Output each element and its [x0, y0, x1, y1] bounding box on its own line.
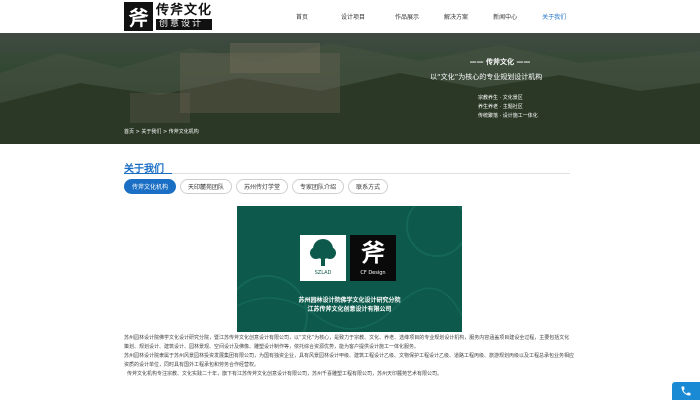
banner-feature: 养生养老 · 主题社区	[478, 104, 523, 110]
banner-title: —— 传斧文化 ——	[469, 58, 531, 66]
cf-design-logo: 斧 CF Design	[350, 235, 396, 281]
main-nav: 首页 设计项目 作品展示 解决方案 新闻中心 关于我们	[296, 0, 566, 33]
breadcrumb[interactable]: 首页 > 关于我们 > 传斧文化机构	[124, 128, 199, 135]
banner-slogan: 以“文化”为核心的专业规划设计机构	[430, 73, 543, 81]
logo-title: 传斧文化	[156, 2, 213, 18]
banner-feature-list: 宗教养生 · 文化景区 养生养老 · 主题社区 传统聚落 · 设计施工一体化	[478, 94, 538, 121]
nav-item-solutions[interactable]: 解决方案	[444, 12, 468, 21]
nav-item-home[interactable]: 首页	[296, 12, 308, 21]
site-logo[interactable]: 斧 传斧文化 创意设计	[124, 2, 213, 31]
tab-tianyin-team[interactable]: 天印麓苑团队	[180, 179, 233, 194]
phone-icon	[681, 386, 691, 396]
card-caption-line1: 苏州园林设计院佛学文化设计研究分院	[298, 297, 401, 304]
card-logos: SZLAD 斧 CF Design	[300, 235, 400, 281]
about-paragraph: 苏州园林设计院佛学文化设计研究分院，暨江苏传斧文化创意设计有限公司，以“文化”为…	[124, 335, 570, 350]
hero-banner: —— 传斧文化 —— 以“文化”为核心的专业规划设计机构 宗教养生 · 文化景区…	[0, 33, 700, 144]
banner-landscape-image	[0, 33, 700, 144]
floating-contact-button[interactable]	[672, 382, 700, 400]
banner-feature: 传统聚落 · 设计施工一体化	[478, 113, 538, 119]
nav-item-works[interactable]: 作品展示	[395, 12, 419, 21]
logo-subtitle: 创意设计	[156, 18, 213, 30]
logo-text: 传斧文化 创意设计	[156, 2, 213, 30]
logo-mark: 斧	[124, 2, 153, 31]
szlad-caption: SZLAD	[314, 270, 332, 276]
tab-contact[interactable]: 联系方式	[348, 179, 389, 194]
tab-experts[interactable]: 专家团队介绍	[292, 179, 345, 194]
cf-design-caption: CF Design	[360, 270, 386, 276]
nav-item-projects[interactable]: 设计项目	[341, 12, 365, 21]
company-logo-image: SZLAD 斧 CF Design 苏州园林设计院佛学文化设计研究分院 江苏传斧…	[237, 206, 462, 332]
tab-suzhou-school[interactable]: 苏州传灯学堂	[236, 179, 289, 194]
szlad-logo: SZLAD	[300, 235, 346, 281]
section-divider	[124, 173, 570, 174]
tab-chuanfu-institution[interactable]: 传斧文化机构	[124, 179, 177, 194]
about-paragraph: 传斧文化机构专注宗教、文化实践二十年，旗下有江苏传斧文化创意设计有限公司，苏州千…	[127, 371, 443, 377]
banner-feature: 宗教养生 · 文化景区	[478, 95, 523, 101]
banner-text: —— 传斧文化 —— 以“文化”为核心的专业规划设计机构	[430, 57, 570, 82]
card-caption: 苏州园林设计院佛学文化设计研究分院 江苏传斧文化创意设计有限公司	[237, 296, 462, 314]
nav-item-news[interactable]: 新闻中心	[493, 12, 517, 21]
tree-icon	[310, 239, 336, 266]
about-tabs: 传斧文化机构 天印麓苑团队 苏州传灯学堂 专家团队介绍 联系方式	[124, 179, 392, 194]
cf-logo-mark: 斧	[361, 238, 385, 267]
about-body-text: 苏州园林设计院佛学文化设计研究分院，暨江苏传斧文化创意设计有限公司，以“文化”为…	[124, 334, 574, 379]
about-paragraph: 苏州园林设计院隶属于苏州风景园林投资发展集团有限公司，为国有独资企业，具有风景园…	[124, 353, 575, 368]
card-caption-line2: 江苏传斧文化创意设计有限公司	[307, 306, 392, 313]
site-header: 斧 传斧文化 创意设计 首页 设计项目 作品展示 解决方案 新闻中心 关于我们	[0, 0, 700, 33]
nav-item-about[interactable]: 关于我们	[542, 12, 566, 21]
